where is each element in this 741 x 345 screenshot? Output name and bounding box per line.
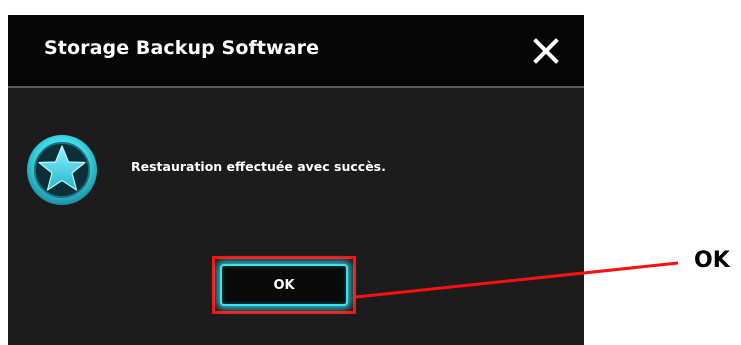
close-button[interactable] — [533, 38, 559, 64]
success-star-icon — [25, 133, 99, 207]
success-message: Restauration effectuée avec succès. — [131, 159, 386, 174]
close-icon — [533, 38, 559, 64]
ok-button[interactable]: OK — [220, 264, 348, 306]
callout-label: OK — [694, 248, 730, 273]
title-bar: Storage Backup Software — [8, 15, 584, 88]
window-title: Storage Backup Software — [44, 37, 320, 59]
